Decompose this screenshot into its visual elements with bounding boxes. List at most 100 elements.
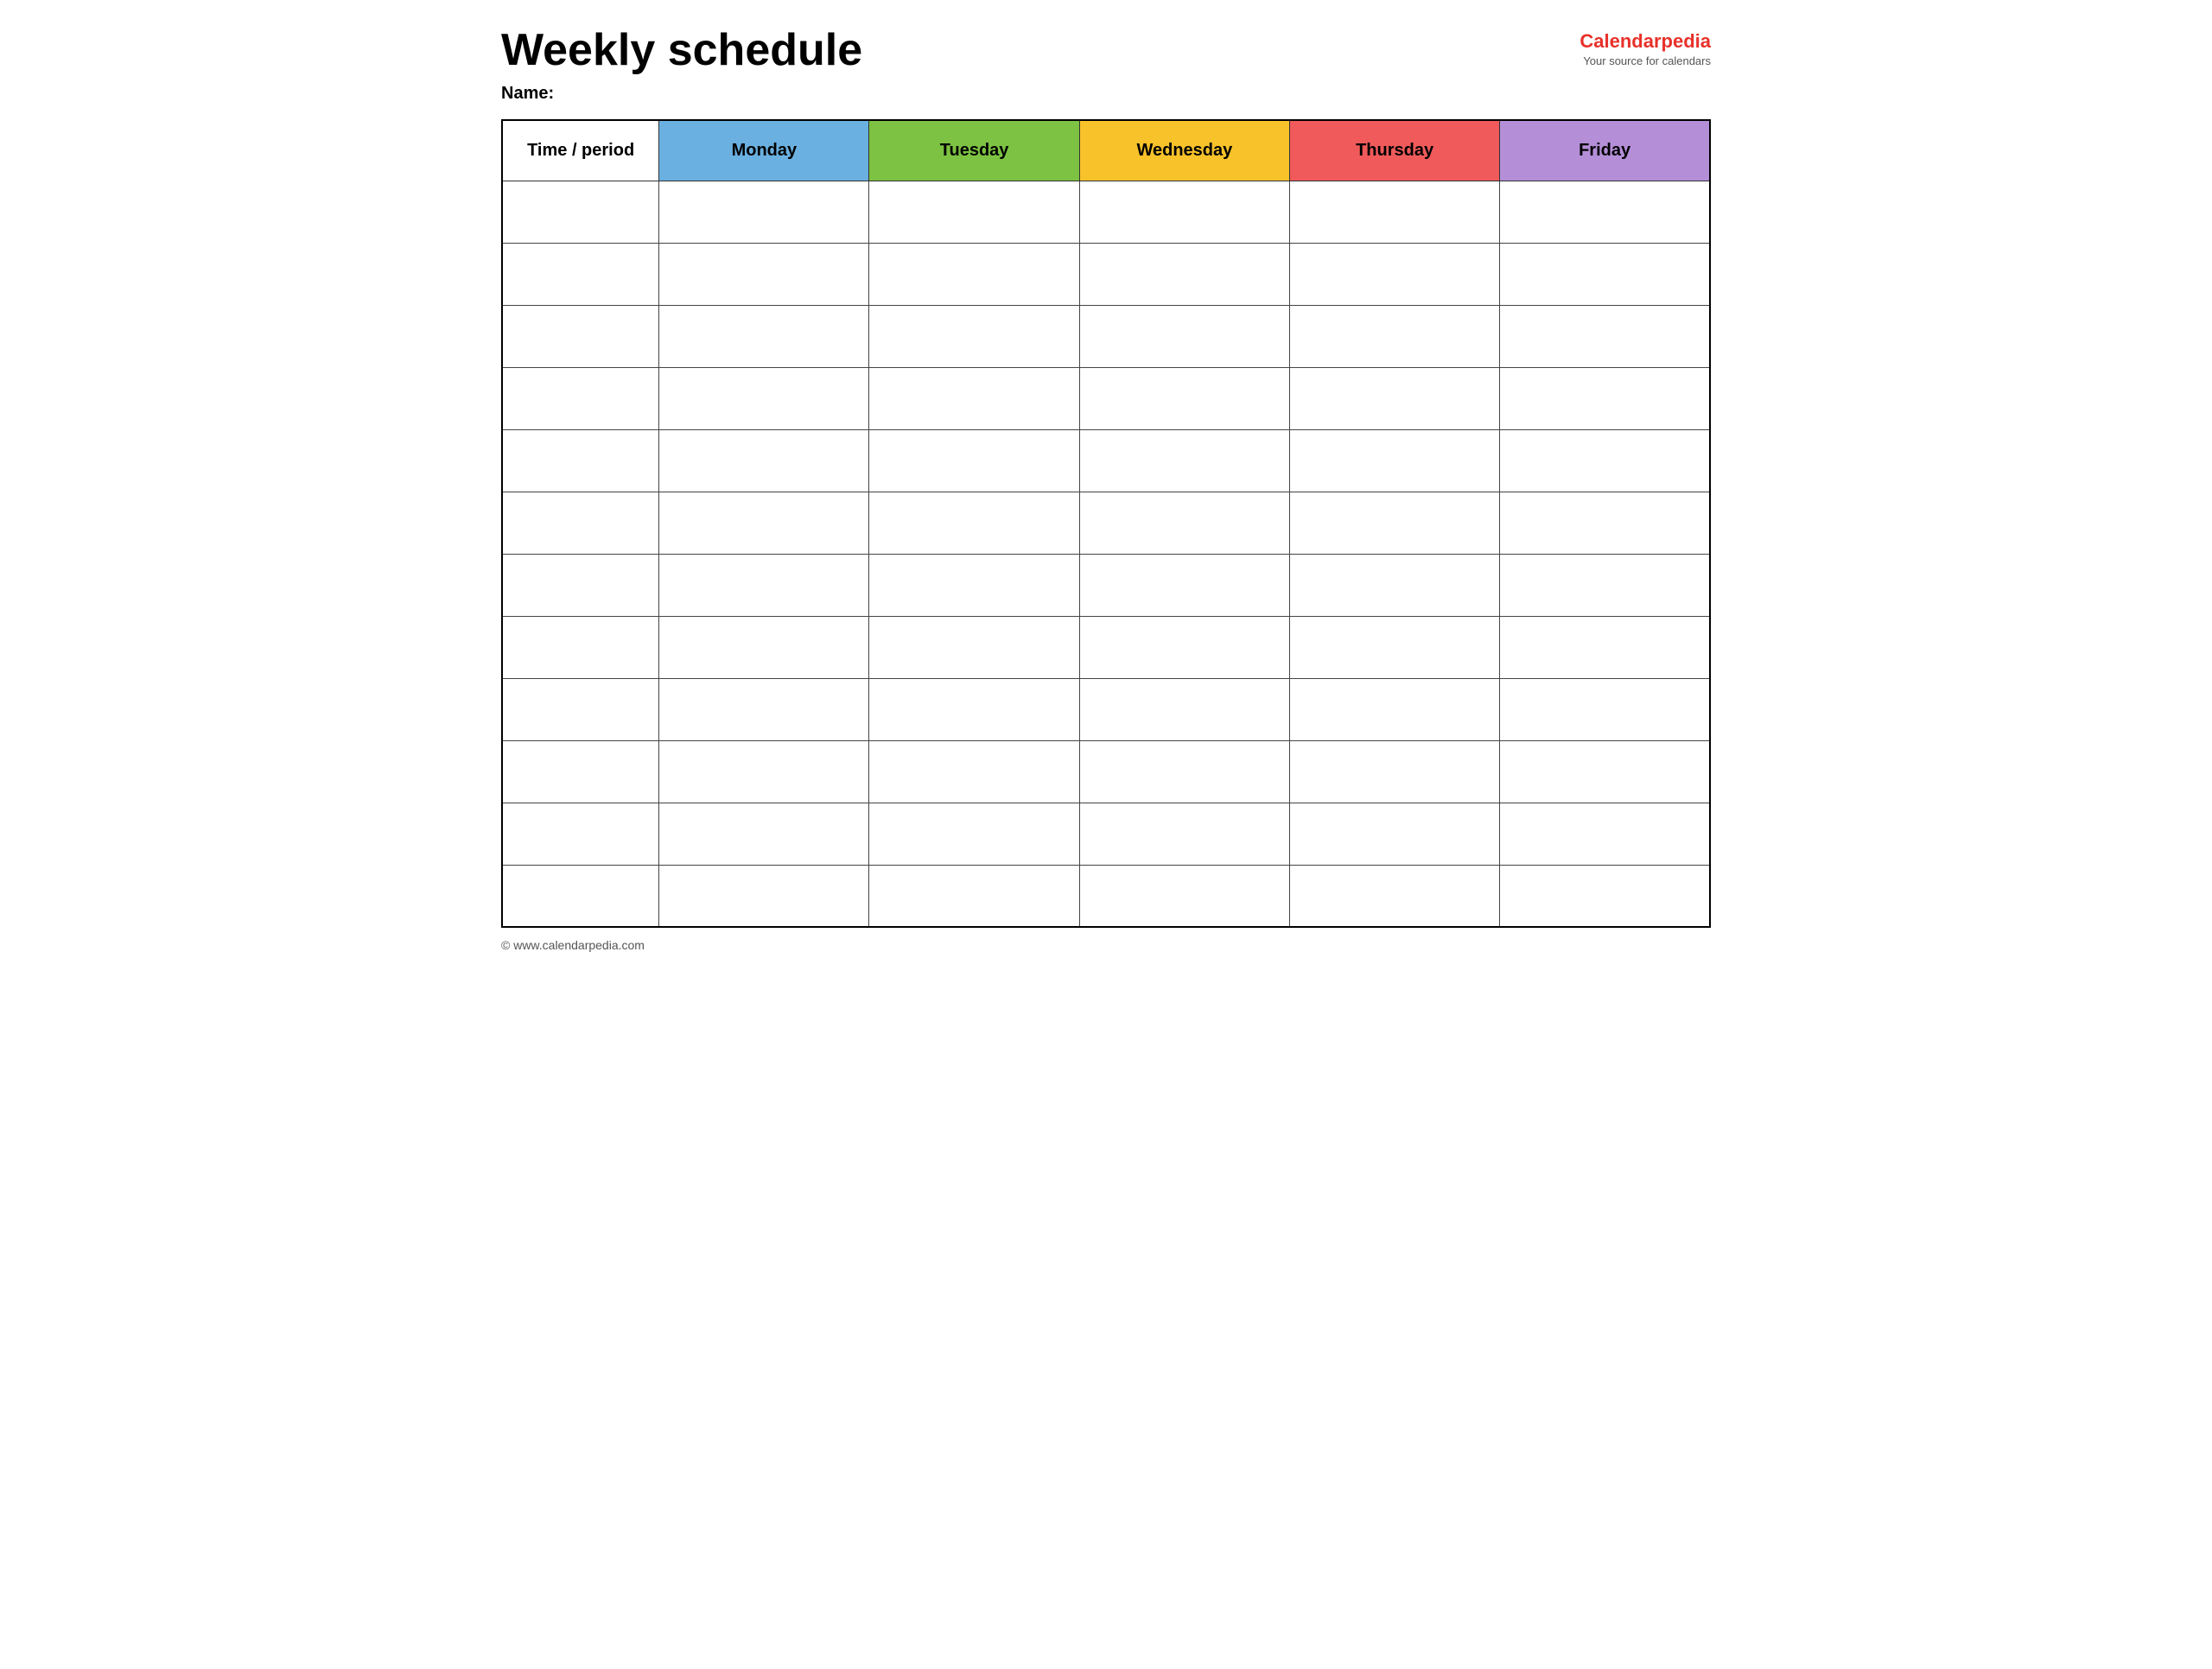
schedule-cell[interactable] [1500, 865, 1710, 927]
table-row[interactable] [502, 678, 1710, 740]
schedule-cell[interactable] [659, 181, 869, 243]
schedule-table: Time / period Monday Tuesday Wednesday T… [501, 119, 1711, 928]
header-monday: Monday [659, 120, 869, 181]
schedule-cell[interactable] [869, 740, 1079, 803]
schedule-cell[interactable] [1289, 367, 1499, 429]
schedule-cell[interactable] [869, 429, 1079, 492]
table-row[interactable] [502, 367, 1710, 429]
time-cell[interactable] [502, 492, 659, 554]
table-row[interactable] [502, 181, 1710, 243]
table-row[interactable] [502, 803, 1710, 865]
schedule-cell[interactable] [869, 243, 1079, 305]
schedule-cell[interactable] [1289, 865, 1499, 927]
schedule-cell[interactable] [1289, 429, 1499, 492]
schedule-cell[interactable] [869, 865, 1079, 927]
time-cell[interactable] [502, 740, 659, 803]
time-cell[interactable] [502, 429, 659, 492]
schedule-cell[interactable] [1500, 616, 1710, 678]
logo-black: Calendar [1580, 30, 1661, 52]
schedule-cell[interactable] [1289, 181, 1499, 243]
table-row[interactable] [502, 492, 1710, 554]
footer-url: © www.calendarpedia.com [501, 938, 645, 952]
schedule-cell[interactable] [1079, 181, 1289, 243]
schedule-cell[interactable] [1500, 678, 1710, 740]
time-cell[interactable] [502, 243, 659, 305]
time-cell[interactable] [502, 678, 659, 740]
time-cell[interactable] [502, 616, 659, 678]
schedule-cell[interactable] [659, 429, 869, 492]
header-time: Time / period [502, 120, 659, 181]
schedule-cell[interactable] [1079, 678, 1289, 740]
time-cell[interactable] [502, 367, 659, 429]
schedule-cell[interactable] [1500, 367, 1710, 429]
schedule-cell[interactable] [1079, 367, 1289, 429]
schedule-cell[interactable] [1500, 554, 1710, 616]
schedule-cell[interactable] [1500, 740, 1710, 803]
time-cell[interactable] [502, 803, 659, 865]
schedule-cell[interactable] [1289, 243, 1499, 305]
page-title: Weekly schedule [501, 26, 862, 75]
schedule-cell[interactable] [1079, 305, 1289, 367]
schedule-cell[interactable] [1289, 305, 1499, 367]
schedule-cell[interactable] [869, 803, 1079, 865]
schedule-cell[interactable] [659, 678, 869, 740]
header-tuesday: Tuesday [869, 120, 1079, 181]
schedule-cell[interactable] [1289, 803, 1499, 865]
table-row[interactable] [502, 243, 1710, 305]
schedule-cell[interactable] [869, 367, 1079, 429]
schedule-cell[interactable] [1079, 492, 1289, 554]
schedule-cell[interactable] [1079, 243, 1289, 305]
page-container: Weekly schedule Calendarpedia Your sourc… [501, 26, 1711, 952]
name-label: Name: [501, 84, 1711, 104]
schedule-cell[interactable] [659, 367, 869, 429]
schedule-cell[interactable] [1289, 740, 1499, 803]
schedule-cell[interactable] [659, 803, 869, 865]
footer: © www.calendarpedia.com [501, 938, 1711, 952]
schedule-cell[interactable] [1079, 803, 1289, 865]
schedule-cell[interactable] [1289, 492, 1499, 554]
schedule-cell[interactable] [659, 554, 869, 616]
schedule-cell[interactable] [659, 243, 869, 305]
schedule-cell[interactable] [659, 492, 869, 554]
schedule-cell[interactable] [1079, 865, 1289, 927]
schedule-cell[interactable] [1500, 492, 1710, 554]
time-cell[interactable] [502, 865, 659, 927]
schedule-cell[interactable] [659, 865, 869, 927]
table-row[interactable] [502, 305, 1710, 367]
table-header-row: Time / period Monday Tuesday Wednesday T… [502, 120, 1710, 181]
schedule-cell[interactable] [1079, 616, 1289, 678]
schedule-cell[interactable] [659, 740, 869, 803]
schedule-cell[interactable] [869, 678, 1079, 740]
time-cell[interactable] [502, 181, 659, 243]
time-cell[interactable] [502, 554, 659, 616]
table-row[interactable] [502, 616, 1710, 678]
schedule-cell[interactable] [869, 181, 1079, 243]
schedule-cell[interactable] [869, 616, 1079, 678]
table-row[interactable] [502, 429, 1710, 492]
schedule-cell[interactable] [659, 616, 869, 678]
title-area: Weekly schedule [501, 26, 862, 75]
schedule-cell[interactable] [1500, 243, 1710, 305]
table-row[interactable] [502, 740, 1710, 803]
schedule-cell[interactable] [869, 305, 1079, 367]
schedule-cell[interactable] [869, 492, 1079, 554]
schedule-cell[interactable] [1079, 740, 1289, 803]
table-row[interactable] [502, 554, 1710, 616]
schedule-cell[interactable] [659, 305, 869, 367]
schedule-cell[interactable] [1079, 554, 1289, 616]
schedule-cell[interactable] [1289, 678, 1499, 740]
schedule-cell[interactable] [1500, 429, 1710, 492]
schedule-cell[interactable] [1500, 305, 1710, 367]
schedule-cell[interactable] [869, 554, 1079, 616]
schedule-cell[interactable] [1079, 429, 1289, 492]
schedule-cell[interactable] [1289, 554, 1499, 616]
header-row: Weekly schedule Calendarpedia Your sourc… [501, 26, 1711, 75]
time-cell[interactable] [502, 305, 659, 367]
logo-tagline: Your source for calendars [1580, 54, 1711, 67]
schedule-cell[interactable] [1500, 803, 1710, 865]
logo-area: Calendarpedia Your source for calendars [1580, 26, 1711, 67]
table-row[interactable] [502, 865, 1710, 927]
schedule-cell[interactable] [1500, 181, 1710, 243]
logo-text: Calendarpedia [1580, 30, 1711, 53]
schedule-cell[interactable] [1289, 616, 1499, 678]
